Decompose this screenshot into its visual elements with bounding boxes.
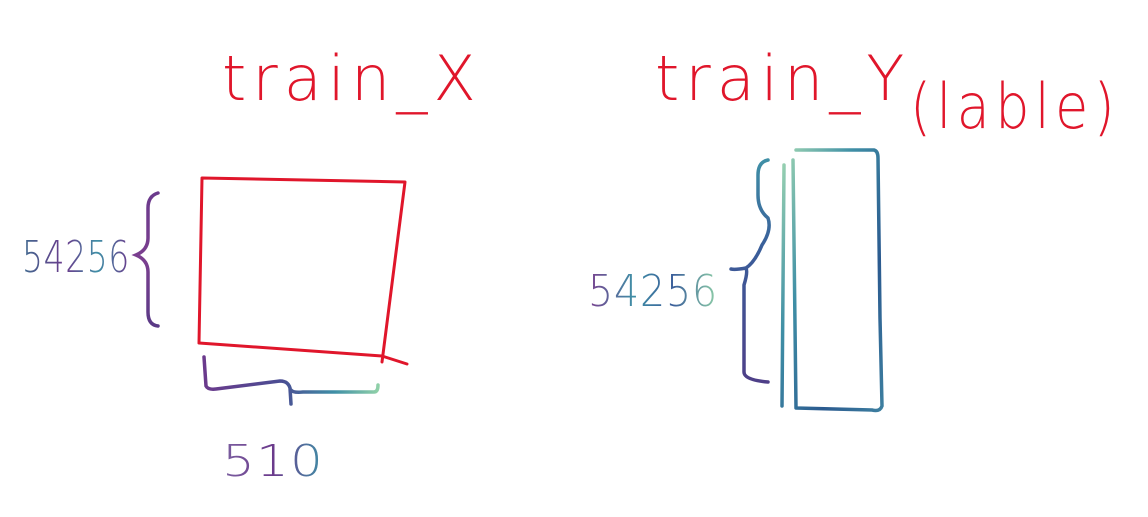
right-title-suffix: (lable) <box>910 70 1120 143</box>
train-y-column <box>780 148 884 413</box>
train-x-box <box>197 176 409 366</box>
cols-brace <box>202 355 380 406</box>
left-rows-label: 54256 <box>22 232 130 283</box>
rows-brace-left <box>131 191 160 328</box>
right-title: train_Y <box>655 42 910 115</box>
diagram-canvas: train_X 54256 510 train_Y (lable) 54256 <box>22 42 1120 487</box>
right-rows-label: 54256 <box>588 266 718 317</box>
left-cols-label: 510 <box>222 436 324 487</box>
left-title: train_X <box>222 42 482 115</box>
rows-brace-right <box>729 158 771 384</box>
